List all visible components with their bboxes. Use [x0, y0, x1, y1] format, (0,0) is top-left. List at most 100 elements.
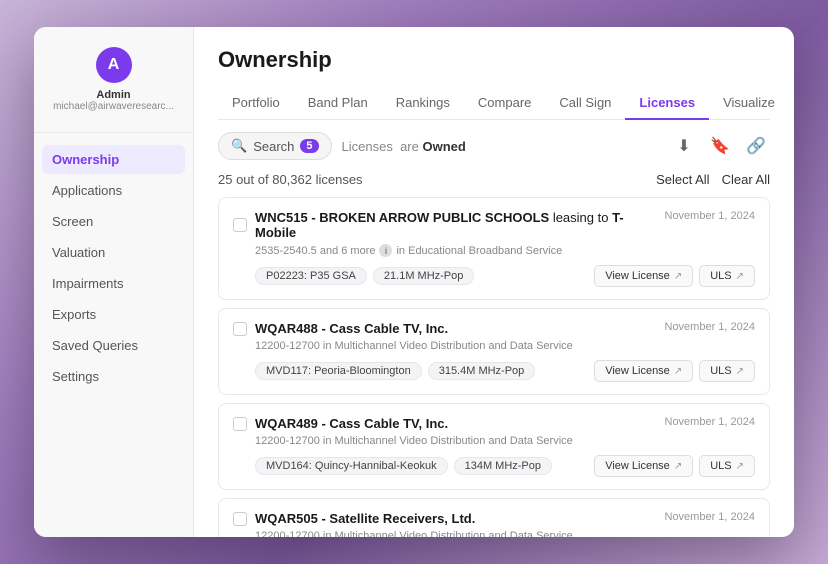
uls-button[interactable]: ULS ↗ — [699, 360, 755, 382]
page-title: Ownership — [218, 47, 770, 73]
license-footer: MVD164: Quincy-Hannibal-Keokuk 134M MHz-… — [255, 455, 755, 477]
license-title-row: WNC515 - BROKEN ARROW PUBLIC SCHOOLS lea… — [233, 210, 653, 240]
license-actions: View License ↗ ULS ↗ — [594, 360, 755, 382]
main-content: Ownership Portfolio Band Plan Rankings C… — [194, 27, 794, 537]
app-window: A Admin michael@airwaveresearc... Owners… — [34, 27, 794, 537]
license-tags: MVD164: Quincy-Hannibal-Keokuk 134M MHz-… — [255, 457, 552, 475]
filter-label: Licenses — [342, 139, 393, 154]
user-name: Admin — [96, 89, 130, 101]
license-checkbox[interactable] — [233, 218, 247, 232]
license-date: November 1, 2024 — [665, 416, 756, 428]
license-header: WNC515 - BROKEN ARROW PUBLIC SCHOOLS lea… — [233, 210, 755, 240]
license-list: WNC515 - BROKEN ARROW PUBLIC SCHOOLS lea… — [194, 197, 794, 537]
license-header: WQAR488 - Cass Cable TV, Inc. November 1… — [233, 321, 755, 336]
tab-summary[interactable]: Summary — [789, 87, 794, 120]
license-card: WQAR489 - Cass Cable TV, Inc. November 1… — [218, 403, 770, 490]
license-footer: P02223: P35 GSA 21.1M MHz-Pop View Licen… — [255, 265, 755, 287]
license-checkbox[interactable] — [233, 322, 247, 336]
view-license-button[interactable]: View License ↗ — [594, 265, 693, 287]
user-profile: A Admin michael@airwaveresearc... — [34, 47, 193, 133]
results-count: 25 out of 80,362 licenses — [218, 172, 363, 187]
license-date: November 1, 2024 — [665, 210, 756, 222]
avatar: A — [96, 47, 132, 83]
license-title: WQAR489 - Cass Cable TV, Inc. — [255, 416, 448, 431]
license-title: WQAR505 - Satellite Receivers, Ltd. — [255, 511, 475, 526]
license-actions: View License ↗ ULS ↗ — [594, 265, 755, 287]
sidebar-item-valuation[interactable]: Valuation — [42, 238, 185, 267]
license-checkbox[interactable] — [233, 512, 247, 526]
info-icon: i — [379, 244, 392, 257]
search-icon: 🔍 — [231, 138, 247, 154]
license-title-row: WQAR489 - Cass Cable TV, Inc. — [233, 416, 653, 431]
search-count-badge: 5 — [300, 139, 318, 153]
download-button[interactable]: ⬇ — [670, 132, 698, 160]
license-tag: MVD164: Quincy-Hannibal-Keokuk — [255, 457, 448, 475]
license-actions: View License ↗ ULS ↗ — [594, 455, 755, 477]
view-license-button[interactable]: View License ↗ — [594, 455, 693, 477]
bookmark-button[interactable]: 🔖 — [706, 132, 734, 160]
view-license-button[interactable]: View License ↗ — [594, 360, 693, 382]
filter-value: Owned — [422, 139, 465, 154]
license-header: WQAR505 - Satellite Receivers, Ltd. Nove… — [233, 511, 755, 526]
toolbar-icons: ⬇ 🔖 🔗 — [670, 132, 770, 160]
license-checkbox[interactable] — [233, 417, 247, 431]
external-icon: ↗ — [674, 366, 682, 377]
license-footer: MVD117: Peoria-Bloomington 315.4M MHz-Po… — [255, 360, 755, 382]
license-tag: P02223: P35 GSA — [255, 267, 367, 285]
license-card: WQAR488 - Cass Cable TV, Inc. November 1… — [218, 308, 770, 395]
license-date: November 1, 2024 — [665, 321, 756, 333]
sidebar-item-impairments[interactable]: Impairments — [42, 269, 185, 298]
sidebar-nav: Ownership Applications Screen Valuation … — [34, 145, 193, 393]
toolbar-left: 🔍 Search 5 Licenses are Owned — [218, 132, 466, 160]
filter-text: Licenses are Owned — [342, 139, 466, 154]
license-tag: 21.1M MHz-Pop — [373, 267, 474, 285]
license-tag: 134M MHz-Pop — [454, 457, 552, 475]
select-all-link[interactable]: Select All — [656, 172, 709, 187]
license-tag: 315.4M MHz-Pop — [428, 362, 536, 380]
external-icon: ↗ — [736, 461, 744, 472]
license-subtitle: 12200-12700 in Multichannel Video Distri… — [255, 340, 755, 352]
license-date: November 1, 2024 — [665, 511, 756, 523]
tab-call-sign[interactable]: Call Sign — [545, 87, 625, 120]
external-icon: ↗ — [736, 271, 744, 282]
external-icon: ↗ — [736, 366, 744, 377]
sidebar-item-settings[interactable]: Settings — [42, 362, 185, 391]
sidebar-item-saved-queries[interactable]: Saved Queries — [42, 331, 185, 360]
tab-rankings[interactable]: Rankings — [382, 87, 464, 120]
license-subtitle: 2535-2540.5 and 6 more i in Educational … — [255, 244, 755, 257]
search-pill[interactable]: 🔍 Search 5 — [218, 132, 332, 160]
sidebar-item-ownership[interactable]: Ownership — [42, 145, 185, 174]
tab-portfolio[interactable]: Portfolio — [218, 87, 294, 120]
sidebar: A Admin michael@airwaveresearc... Owners… — [34, 27, 194, 537]
license-tags: MVD117: Peoria-Bloomington 315.4M MHz-Po… — [255, 362, 535, 380]
nav-tabs: Portfolio Band Plan Rankings Compare Cal… — [218, 87, 770, 120]
uls-button[interactable]: ULS ↗ — [699, 455, 755, 477]
toolbar: 🔍 Search 5 Licenses are Owned ⬇ 🔖 🔗 — [194, 120, 794, 172]
license-title: WQAR488 - Cass Cable TV, Inc. — [255, 321, 448, 336]
license-title: WNC515 - BROKEN ARROW PUBLIC SCHOOLS lea… — [255, 210, 653, 240]
clear-all-link[interactable]: Clear All — [722, 172, 770, 187]
license-card: WNC515 - BROKEN ARROW PUBLIC SCHOOLS lea… — [218, 197, 770, 300]
share-button[interactable]: 🔗 — [742, 132, 770, 160]
user-email: michael@airwaveresearc... — [50, 101, 177, 112]
tab-band-plan[interactable]: Band Plan — [294, 87, 382, 120]
license-header: WQAR489 - Cass Cable TV, Inc. November 1… — [233, 416, 755, 431]
sidebar-item-screen[interactable]: Screen — [42, 207, 185, 236]
results-actions: Select All Clear All — [656, 172, 770, 187]
license-title-row: WQAR488 - Cass Cable TV, Inc. — [233, 321, 653, 336]
sidebar-item-applications[interactable]: Applications — [42, 176, 185, 205]
license-title-row: WQAR505 - Satellite Receivers, Ltd. — [233, 511, 653, 526]
filter-operator: are — [400, 139, 419, 154]
tab-compare[interactable]: Compare — [464, 87, 545, 120]
license-subtitle: 12200-12700 in Multichannel Video Distri… — [255, 435, 755, 447]
uls-button[interactable]: ULS ↗ — [699, 265, 755, 287]
external-icon: ↗ — [674, 461, 682, 472]
sidebar-item-exports[interactable]: Exports — [42, 300, 185, 329]
license-tag: MVD117: Peoria-Bloomington — [255, 362, 422, 380]
external-icon: ↗ — [674, 271, 682, 282]
tab-visualize[interactable]: Visualize — [709, 87, 789, 120]
tab-licenses[interactable]: Licenses — [625, 87, 709, 120]
license-tags: P02223: P35 GSA 21.1M MHz-Pop — [255, 267, 474, 285]
main-header: Ownership Portfolio Band Plan Rankings C… — [194, 27, 794, 120]
license-subtitle: 12200-12700 in Multichannel Video Distri… — [255, 530, 755, 537]
